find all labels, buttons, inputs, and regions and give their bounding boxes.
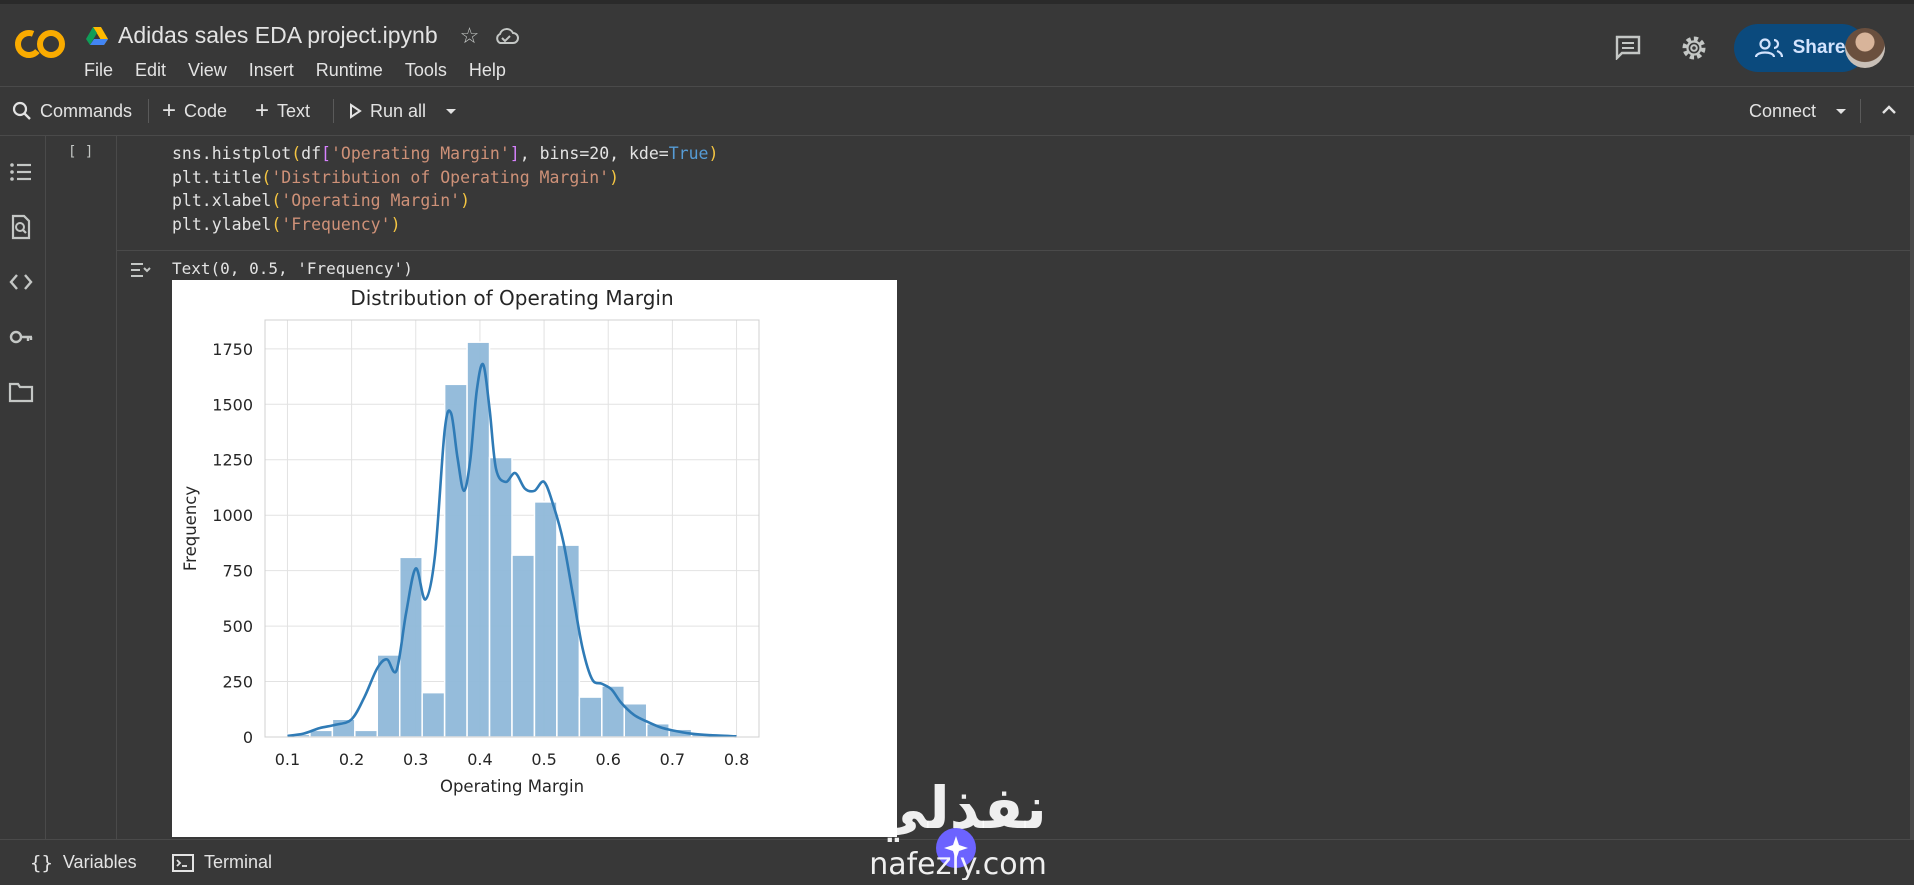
menu-edit[interactable]: Edit <box>124 60 177 81</box>
plus-icon: + <box>162 97 177 124</box>
key-icon[interactable] <box>8 324 34 350</box>
code-line: plt.ylabel('Frequency') <box>172 214 401 234</box>
y-tick-label: 1250 <box>212 451 253 470</box>
y-axis-label: Frequency <box>181 486 200 571</box>
x-tick-label: 0.4 <box>467 750 492 769</box>
code-line: plt.xlabel('Operating Margin') <box>172 191 471 210</box>
histogram-bar <box>601 685 626 738</box>
colab-logo[interactable] <box>12 26 68 62</box>
connect-label: Connect <box>1749 100 1817 121</box>
avatar[interactable] <box>1845 28 1885 68</box>
toolbar-divider <box>1860 99 1861 123</box>
run-cell-button[interactable]: [ ] <box>68 144 93 160</box>
toolbar-divider <box>148 99 149 123</box>
add-code-label: Code <box>184 100 228 121</box>
menu-bar: File Edit View Insert Runtime Tools Help <box>84 60 517 81</box>
toolbar: Commands + Code + Text Run all Connect <box>0 86 1914 136</box>
gear-icon[interactable] <box>1680 34 1708 62</box>
terminal-label: Terminal <box>204 852 273 872</box>
x-axis-label: Operating Margin <box>440 777 584 796</box>
menu-view[interactable]: View <box>177 60 238 81</box>
scrollbar[interactable] <box>1910 136 1914 839</box>
x-tick-label: 0.2 <box>339 750 364 769</box>
menu-insert[interactable]: Insert <box>238 60 305 81</box>
x-tick-label: 0.3 <box>403 750 428 769</box>
left-sidebar <box>0 136 46 839</box>
run-all-label: Run all <box>370 100 427 121</box>
x-tick-label: 0.6 <box>596 750 621 769</box>
cloud-icon[interactable] <box>493 26 520 46</box>
table-of-contents-icon[interactable] <box>8 159 34 185</box>
add-text-label: Text <box>277 100 311 121</box>
menu-file[interactable]: File <box>84 60 124 81</box>
variables-label: Variables <box>62 852 137 872</box>
x-tick-label: 0.5 <box>531 750 556 769</box>
histogram-bar <box>421 691 446 738</box>
y-tick-label: 750 <box>222 562 253 581</box>
play-icon <box>350 103 362 119</box>
top-bar: Adidas sales EDA project.ipynb ☆ File Ed… <box>0 0 1914 86</box>
histogram-bar <box>466 341 491 738</box>
histogram-bar <box>533 501 558 738</box>
histogram-bar <box>511 554 536 738</box>
connect-button[interactable]: Connect <box>1749 87 1848 135</box>
y-tick-label: 1500 <box>212 395 253 414</box>
commands-label: Commands <box>40 100 133 121</box>
x-tick-label: 0.7 <box>660 750 685 769</box>
share-label: Share <box>1792 37 1846 58</box>
cell-output-text: Text(0, 0.5, 'Frequency') <box>172 259 413 278</box>
add-text-button[interactable]: + Text <box>255 87 310 135</box>
histogram-bar <box>578 696 603 738</box>
notebook-title[interactable]: Adidas sales EDA project.ipynb <box>118 22 438 49</box>
people-icon <box>1754 38 1783 58</box>
collapse-icon[interactable] <box>1878 99 1900 121</box>
find-replace-icon[interactable] <box>8 214 34 240</box>
braces-icon: {} <box>30 851 53 874</box>
y-tick-label: 0 <box>243 728 253 747</box>
x-tick-label: 0.1 <box>275 750 300 769</box>
run-options-dropdown[interactable] <box>444 87 458 135</box>
run-all-button[interactable]: Run all <box>348 87 426 135</box>
y-tick-label: 500 <box>222 617 253 636</box>
add-code-button[interactable]: + Code <box>162 87 227 135</box>
comment-icon[interactable] <box>1614 34 1642 60</box>
y-tick-label: 250 <box>222 673 253 692</box>
code-line: sns.histplot(df['Operating Margin'], bin… <box>172 144 719 163</box>
output-plot: 0.1 0.2 0.3 0.4 0.5 0.6 0.7 0.8 0 250 500 750 1000 1… <box>172 280 897 837</box>
cell-gutter: [ ] <box>46 136 151 839</box>
google-drive-icon <box>86 26 108 45</box>
plus-icon: + <box>255 97 270 124</box>
y-tick-label: 1000 <box>212 506 253 525</box>
commands-button[interactable]: Commands <box>12 87 132 135</box>
search-icon <box>12 101 31 120</box>
nafezly-watermark: نفذلي nafezly.com <box>869 774 1047 880</box>
histogram-bar <box>354 729 379 738</box>
code-editor[interactable]: sns.histplot(df['Operating Margin'], bin… <box>172 142 718 236</box>
star-icon[interactable]: ☆ <box>460 23 480 49</box>
toolbar-divider <box>333 99 334 123</box>
chart-title: Distribution of Operating Margin <box>350 286 673 310</box>
chevron-down-icon <box>446 109 456 114</box>
watermark-latin: nafezly.com <box>869 847 1047 880</box>
cell-divider <box>116 250 1910 251</box>
histogram-chart: 0.1 0.2 0.3 0.4 0.5 0.6 0.7 0.8 0 250 500 750 1000 1… <box>181 286 760 796</box>
output-actions-icon[interactable] <box>128 258 152 282</box>
variables-button[interactable]: {} Variables <box>30 840 137 885</box>
x-tick-label: 0.8 <box>724 750 749 769</box>
chevron-down-icon[interactable] <box>1834 106 1848 116</box>
histogram-bar <box>488 456 513 738</box>
menu-help[interactable]: Help <box>458 60 517 81</box>
menu-runtime[interactable]: Runtime <box>305 60 394 81</box>
code-snippets-icon[interactable] <box>8 269 34 295</box>
y-tick-label: 1750 <box>212 340 253 359</box>
folder-icon[interactable] <box>8 379 34 405</box>
title-row: Adidas sales EDA project.ipynb ☆ <box>86 22 520 49</box>
terminal-icon <box>172 853 194 872</box>
code-line: plt.title('Distribution of Operating Mar… <box>172 167 620 187</box>
menu-tools[interactable]: Tools <box>394 60 458 81</box>
terminal-button[interactable]: Terminal <box>172 840 272 885</box>
